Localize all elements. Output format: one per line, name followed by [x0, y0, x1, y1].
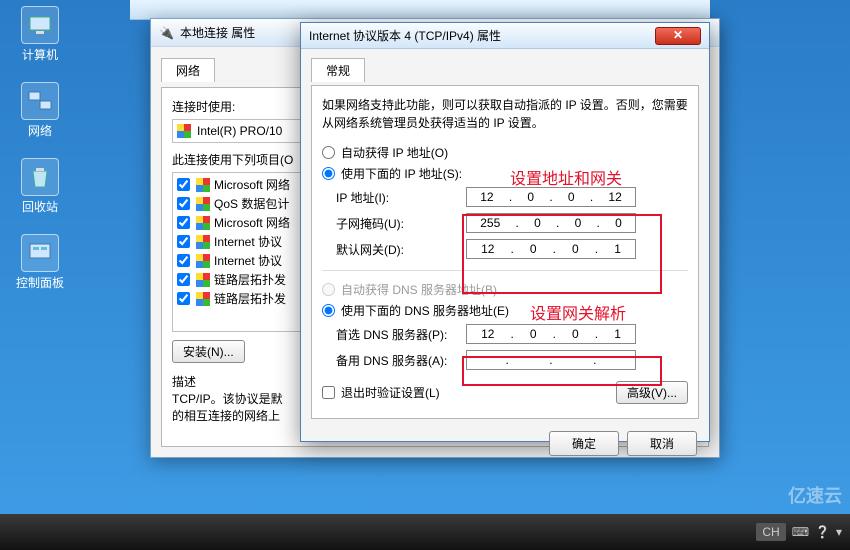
desktop-icon-computer[interactable]: 计算机 — [10, 6, 70, 63]
icon-label: 回收站 — [10, 198, 70, 215]
item-checkbox[interactable] — [177, 235, 190, 248]
item-icon — [196, 197, 210, 211]
radio-manual-dns[interactable]: 使用下面的 DNS 服务器地址(E) — [322, 300, 688, 321]
icon-label: 控制面板 — [10, 274, 70, 291]
radio-label: 使用下面的 IP 地址(S): — [341, 165, 462, 182]
radio-input — [322, 283, 335, 296]
ip-address-row: IP 地址(I): 12. 0. 0. 12 — [336, 184, 688, 210]
gateway-input[interactable]: 12. 0. 0. 1 — [466, 239, 636, 259]
validate-label: 退出时验证设置(L) — [341, 384, 440, 401]
close-button[interactable]: ✕ — [655, 27, 701, 45]
radio-auto-ip[interactable]: 自动获得 IP 地址(O) — [322, 142, 688, 163]
item-label: Microsoft 网络 — [214, 214, 290, 231]
control-panel-icon — [21, 234, 59, 272]
tray-help-icon[interactable]: ❔ — [815, 525, 830, 539]
item-icon — [196, 216, 210, 230]
nic-icon: 🔌 — [159, 26, 174, 40]
radio-label: 自动获得 DNS 服务器地址(B) — [341, 281, 497, 298]
subnet-mask-input[interactable]: 255. 0. 0. 0 — [466, 213, 636, 233]
separator — [322, 270, 688, 271]
item-label: Internet 协议 — [214, 252, 282, 269]
item-checkbox[interactable] — [177, 254, 190, 267]
desktop-icon-recycle[interactable]: 回收站 — [10, 158, 70, 215]
radio-input[interactable] — [322, 167, 335, 180]
window-titlebar[interactable]: Internet 协议版本 4 (TCP/IPv4) 属性 ✕ — [301, 23, 709, 49]
item-label: 链路层拓扑发 — [214, 271, 286, 288]
tab-network[interactable]: 网络 — [161, 58, 215, 82]
description-text: 如果网络支持此功能，则可以获取自动指派的 IP 设置。否则，您需要从网络系统管理… — [322, 96, 688, 132]
install-button[interactable]: 安装(N)... — [172, 340, 245, 363]
item-icon — [196, 178, 210, 192]
network-icon — [21, 82, 59, 120]
desktop-icon-network[interactable]: 网络 — [10, 82, 70, 139]
dns2-label: 备用 DNS 服务器(A): — [336, 352, 466, 369]
ip-label: IP 地址(I): — [336, 189, 466, 206]
tab-general[interactable]: 常规 — [311, 58, 365, 82]
recycle-bin-icon — [21, 158, 59, 196]
item-icon — [196, 292, 210, 306]
item-checkbox[interactable] — [177, 197, 190, 210]
item-label: Internet 协议 — [214, 233, 282, 250]
mask-label: 子网掩码(U): — [336, 215, 466, 232]
icon-label: 网络 — [10, 122, 70, 139]
cancel-button[interactable]: 取消 — [627, 431, 697, 456]
radio-auto-dns: 自动获得 DNS 服务器地址(B) — [322, 279, 688, 300]
adapter-name: Intel(R) PRO/10 — [197, 124, 282, 138]
preferred-dns-input[interactable]: 12. 0. 0. 1 — [466, 324, 636, 344]
watermark: 亿速云 — [788, 482, 842, 508]
item-label: Microsoft 网络 — [214, 176, 290, 193]
item-checkbox[interactable] — [177, 178, 190, 191]
item-icon — [196, 254, 210, 268]
radio-label: 使用下面的 DNS 服务器地址(E) — [341, 302, 509, 319]
computer-icon — [21, 6, 59, 44]
item-label: QoS 数据包计 — [214, 195, 289, 212]
radio-input[interactable] — [322, 146, 335, 159]
ip-address-input[interactable]: 12. 0. 0. 12 — [466, 187, 636, 207]
tray-chevron-icon[interactable]: ▾ — [836, 525, 842, 539]
ipv4-properties-window: Internet 协议版本 4 (TCP/IPv4) 属性 ✕ 常规 如果网络支… — [300, 22, 710, 442]
alternate-dns-input[interactable]: . . . — [466, 350, 636, 370]
explorer-toolbar — [130, 0, 710, 20]
radio-label: 自动获得 IP 地址(O) — [341, 144, 448, 161]
item-checkbox[interactable] — [177, 216, 190, 229]
alternate-dns-row: 备用 DNS 服务器(A): . . . — [336, 347, 688, 373]
radio-manual-ip[interactable]: 使用下面的 IP 地址(S): — [322, 163, 688, 184]
ime-indicator[interactable]: CH — [756, 523, 785, 541]
radio-input[interactable] — [322, 304, 335, 317]
subnet-mask-row: 子网掩码(U): 255. 0. 0. 0 — [336, 210, 688, 236]
preferred-dns-row: 首选 DNS 服务器(P): 12. 0. 0. 1 — [336, 321, 688, 347]
tray-keyboard-icon[interactable]: ⌨ — [792, 525, 809, 539]
item-checkbox[interactable] — [177, 273, 190, 286]
icon-label: 计算机 — [10, 46, 70, 63]
item-icon — [196, 235, 210, 249]
item-icon — [196, 273, 210, 287]
adapter-icon — [177, 124, 191, 138]
gateway-label: 默认网关(D): — [336, 241, 466, 258]
item-checkbox[interactable] — [177, 292, 190, 305]
dns1-label: 首选 DNS 服务器(P): — [336, 326, 466, 343]
gateway-row: 默认网关(D): 12. 0. 0. 1 — [336, 236, 688, 262]
advanced-button[interactable]: 高级(V)... — [616, 381, 688, 404]
taskbar[interactable]: CH ⌨ ❔ ▾ — [0, 514, 850, 550]
desktop-icon-control-panel[interactable]: 控制面板 — [10, 234, 70, 291]
item-label: 链路层拓扑发 — [214, 290, 286, 307]
window-title: 本地连接 属性 — [180, 24, 255, 41]
ok-button[interactable]: 确定 — [549, 431, 619, 456]
window-title: Internet 协议版本 4 (TCP/IPv4) 属性 — [309, 27, 501, 44]
validate-checkbox[interactable] — [322, 386, 335, 399]
